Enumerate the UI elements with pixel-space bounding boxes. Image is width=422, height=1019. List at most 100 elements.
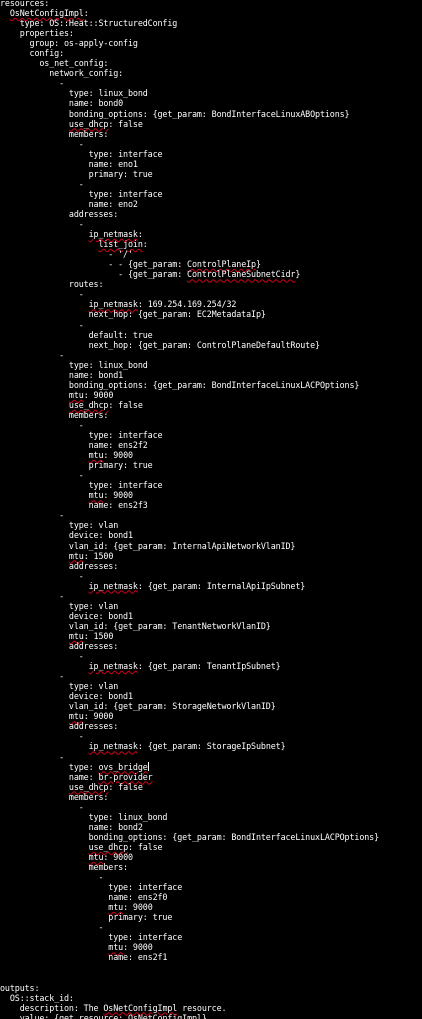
code-line[interactable]: type: OS::Heat::StructuredConfig: [0, 18, 422, 28]
code-line[interactable]: ip_netmask: {get_param: InternalApiIpSub…: [0, 581, 422, 591]
code-line[interactable]: next_hop: {get_param: ControlPlaneDefaul…: [0, 340, 422, 350]
code-line[interactable]: -: [0, 510, 422, 520]
code-line[interactable]: vlan_id: {get_param: TenantNetworkVlanID…: [0, 621, 422, 631]
code-line[interactable]: name: eno1: [0, 159, 422, 169]
code-line[interactable]: mtu: 9000: [0, 852, 422, 862]
code-line[interactable]: -: [0, 752, 422, 762]
code-line[interactable]: OS::stack_id:: [0, 993, 422, 1003]
code-line[interactable]: -: [0, 651, 422, 661]
code-line[interactable]: - '/': [0, 249, 422, 259]
code-line[interactable]: type: interface: [0, 430, 422, 440]
code-line[interactable]: name: ens2f1: [0, 952, 422, 962]
code-line[interactable]: use_dhcp: false: [0, 400, 422, 410]
code-line[interactable]: members:: [0, 862, 422, 872]
code-line[interactable]: -: [0, 922, 422, 932]
code-line[interactable]: use_dhcp: false: [0, 842, 422, 852]
code-line[interactable]: config:: [0, 48, 422, 58]
code-line[interactable]: resources:: [0, 0, 422, 8]
code-line[interactable]: routes:: [0, 279, 422, 289]
code-line[interactable]: -: [0, 78, 422, 88]
code-line[interactable]: name: bond1: [0, 370, 422, 380]
code-line[interactable]: device: bond1: [0, 611, 422, 621]
code-line[interactable]: ip_netmask:: [0, 229, 422, 239]
code-line[interactable]: mtu: 1500: [0, 551, 422, 561]
code-line[interactable]: - {get_param: ControlPlaneSubnetCidr}: [0, 269, 422, 279]
code-line[interactable]: [0, 963, 422, 973]
code-line[interactable]: bonding_options: {get_param: BondInterfa…: [0, 380, 422, 390]
code-line[interactable]: os_net_config:: [0, 58, 422, 68]
code-line[interactable]: vlan_id: {get_param: InternalApiNetworkV…: [0, 541, 422, 551]
code-line[interactable]: primary: true: [0, 460, 422, 470]
code-line[interactable]: [0, 973, 422, 983]
code-line[interactable]: -: [0, 420, 422, 430]
code-line[interactable]: type: linux_bond: [0, 88, 422, 98]
code-line[interactable]: name: ens2f2: [0, 440, 422, 450]
code-line[interactable]: members:: [0, 410, 422, 420]
code-line[interactable]: default: true: [0, 330, 422, 340]
code-line[interactable]: -: [0, 802, 422, 812]
code-line[interactable]: network_config:: [0, 68, 422, 78]
code-line[interactable]: type: interface: [0, 882, 422, 892]
code-line[interactable]: name: bond2: [0, 822, 422, 832]
code-line[interactable]: next_hop: {get_param: EC2MetadataIp}: [0, 309, 422, 319]
code-line[interactable]: type: ovs_bridge: [0, 761, 422, 772]
code-line[interactable]: type: linux_bond: [0, 360, 422, 370]
code-line[interactable]: addresses:: [0, 561, 422, 571]
code-line[interactable]: -: [0, 139, 422, 149]
code-line[interactable]: use_dhcp: false: [0, 782, 422, 792]
code-line[interactable]: ip_netmask: {get_param: StorageIpSubnet}: [0, 741, 422, 751]
code-line[interactable]: mtu: 9000: [0, 902, 422, 912]
code-line[interactable]: -: [0, 731, 422, 741]
code-line[interactable]: type: interface: [0, 932, 422, 942]
code-line[interactable]: -: [0, 872, 422, 882]
code-line[interactable]: mtu: 9000: [0, 711, 422, 721]
code-line[interactable]: properties:: [0, 28, 422, 38]
code-line[interactable]: primary: true: [0, 169, 422, 179]
code-line[interactable]: addresses:: [0, 721, 422, 731]
code-line[interactable]: device: bond1: [0, 530, 422, 540]
code-line[interactable]: type: vlan: [0, 520, 422, 530]
code-line[interactable]: type: interface: [0, 189, 422, 199]
code-line[interactable]: mtu: 1500: [0, 631, 422, 641]
code-line[interactable]: value: {get_resource: OsNetConfigImpl}: [0, 1013, 422, 1019]
code-line[interactable]: mtu: 9000: [0, 490, 422, 500]
code-line[interactable]: mtu: 9000: [0, 942, 422, 952]
code-line[interactable]: addresses:: [0, 209, 422, 219]
code-line[interactable]: members:: [0, 792, 422, 802]
code-line[interactable]: description: The OsNetConfigImpl resourc…: [0, 1003, 422, 1013]
code-line[interactable]: device: bond1: [0, 691, 422, 701]
code-line[interactable]: ip_netmask: {get_param: TenantIpSubnet}: [0, 661, 422, 671]
code-line[interactable]: -: [0, 179, 422, 189]
yaml-editor-text-area[interactable]: resources: OsNetConfigImpl: type: OS::He…: [0, 0, 422, 1019]
code-line[interactable]: list_join:: [0, 239, 422, 249]
code-line[interactable]: OsNetConfigImpl:: [0, 8, 422, 18]
code-line[interactable]: bonding_options: {get_param: BondInterfa…: [0, 109, 422, 119]
code-line[interactable]: type: vlan: [0, 681, 422, 691]
code-line[interactable]: mtu: 9000: [0, 390, 422, 400]
code-line[interactable]: bonding_options: {get_param: BondInterfa…: [0, 832, 422, 842]
code-line[interactable]: -: [0, 470, 422, 480]
code-line[interactable]: use_dhcp: false: [0, 119, 422, 129]
code-line[interactable]: -: [0, 219, 422, 229]
code-line[interactable]: name: bond0: [0, 98, 422, 108]
code-line[interactable]: -: [0, 571, 422, 581]
code-line[interactable]: name: ens2f0: [0, 892, 422, 902]
code-line[interactable]: - - {get_param: ControlPlaneIp}: [0, 259, 422, 269]
code-line[interactable]: type: vlan: [0, 601, 422, 611]
code-line[interactable]: members:: [0, 129, 422, 139]
code-line[interactable]: vlan_id: {get_param: StorageNetworkVlanI…: [0, 701, 422, 711]
code-line[interactable]: name: eno2: [0, 199, 422, 209]
code-line[interactable]: type: linux_bond: [0, 812, 422, 822]
code-line[interactable]: group: os-apply-config: [0, 38, 422, 48]
code-line[interactable]: mtu: 9000: [0, 450, 422, 460]
code-line[interactable]: -: [0, 289, 422, 299]
code-line[interactable]: primary: true: [0, 912, 422, 922]
code-line[interactable]: name: ens2f3: [0, 500, 422, 510]
code-line[interactable]: -: [0, 320, 422, 330]
code-line[interactable]: -: [0, 591, 422, 601]
code-line[interactable]: -: [0, 350, 422, 360]
code-line[interactable]: type: interface: [0, 480, 422, 490]
code-line[interactable]: addresses:: [0, 641, 422, 651]
code-line[interactable]: outputs:: [0, 983, 422, 993]
code-line[interactable]: ip_netmask: 169.254.169.254/32: [0, 299, 422, 309]
